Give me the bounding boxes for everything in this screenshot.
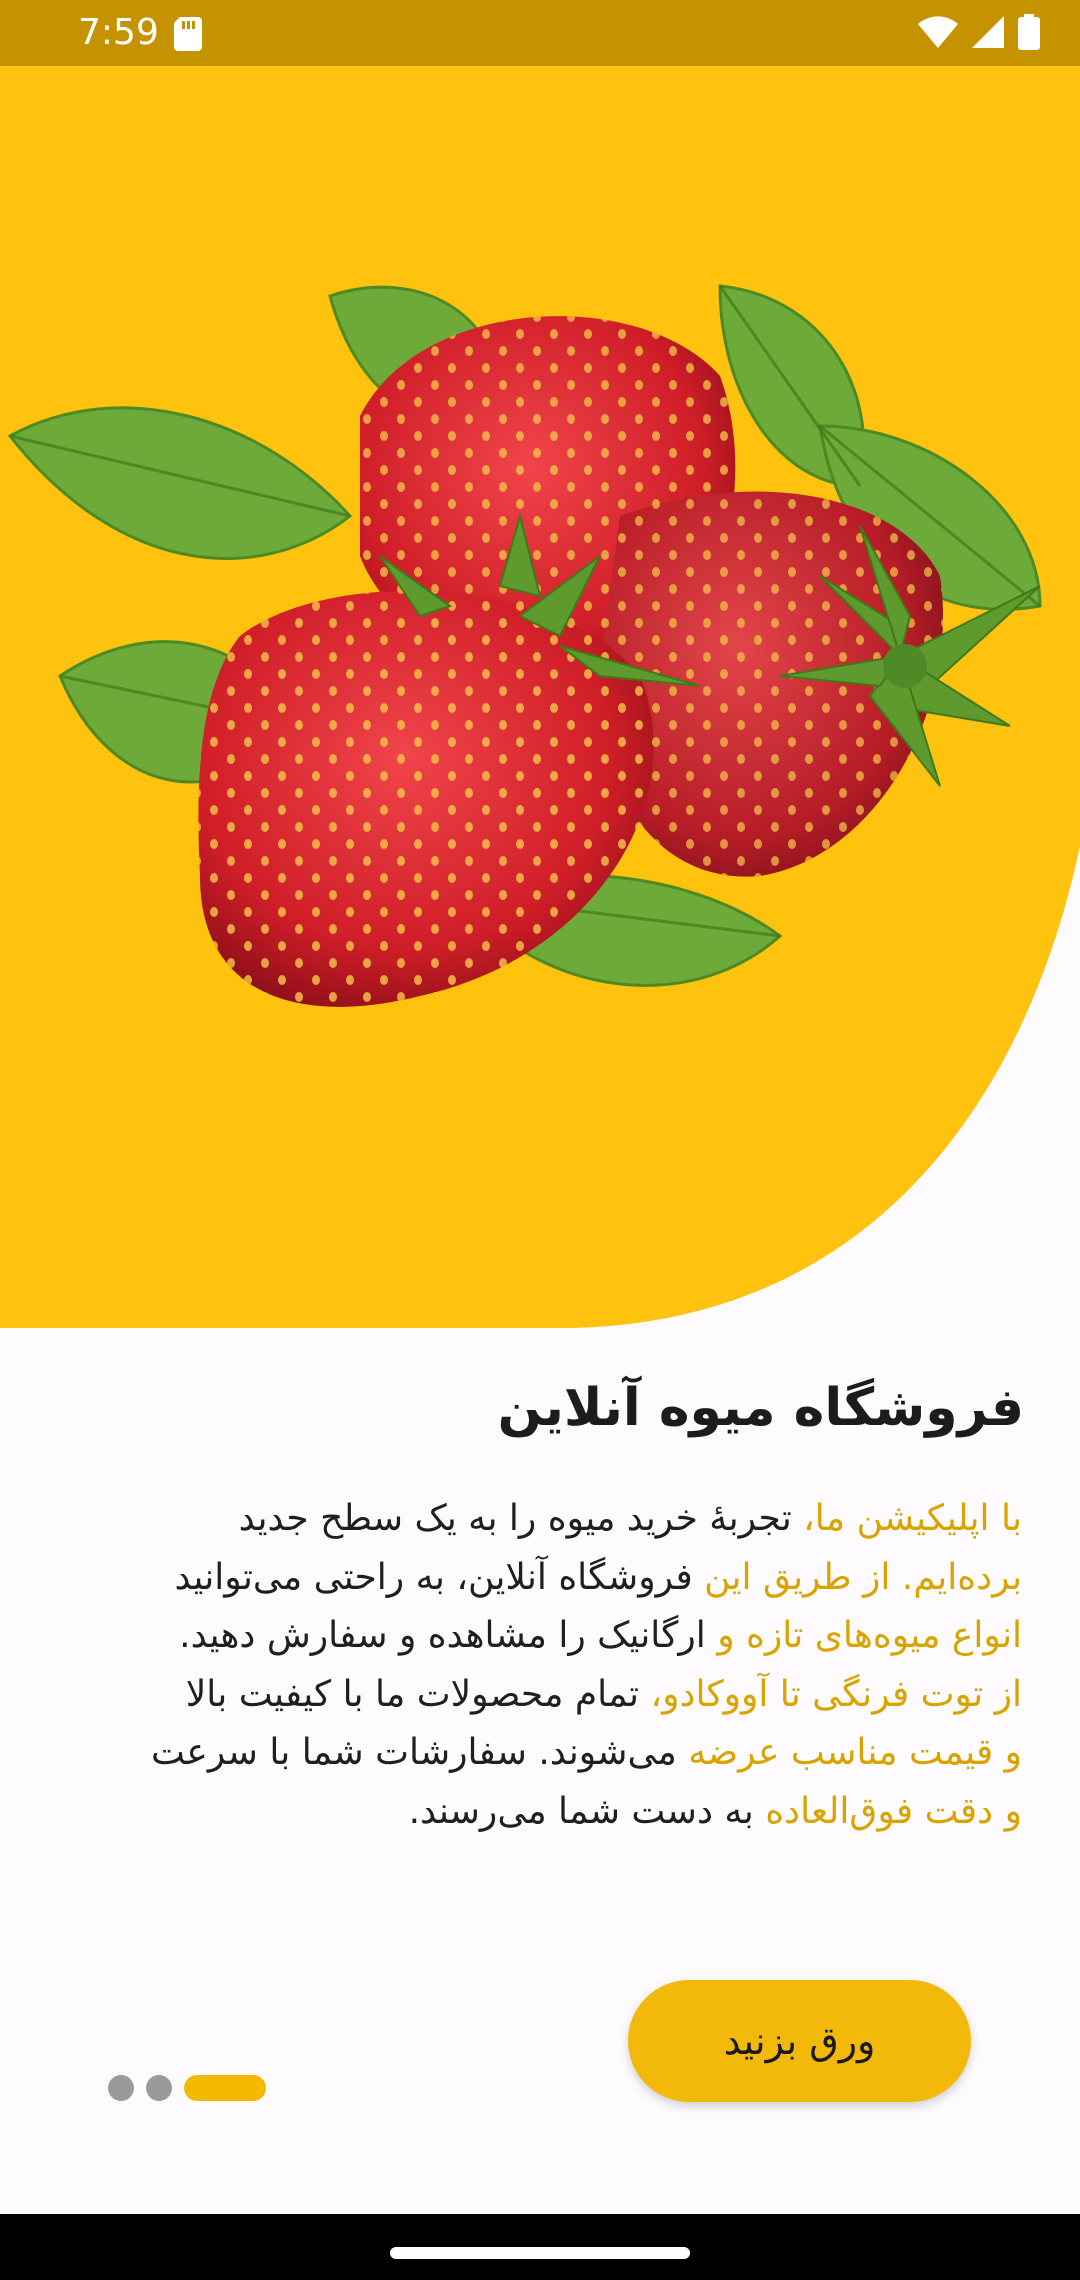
highlighted-text: از توت فرنگی تا آووکادو، bbox=[639, 1673, 1022, 1715]
description-line: از توت فرنگی تا آووکادو، تمام محصولات ما… bbox=[62, 1666, 1022, 1725]
page-title: فروشگاه میوه آنلاین bbox=[497, 1378, 1024, 1438]
wifi-icon bbox=[918, 16, 958, 52]
status-bar: 7:59 bbox=[0, 0, 1080, 66]
description-line: و قیمت مناسب عرضه می‌شوند. سفارشات شما ب… bbox=[62, 1724, 1022, 1783]
body-text: فروشگاه آنلاین، به راحتی می‌توانید bbox=[174, 1556, 693, 1598]
swipe-button[interactable]: ورق بزنید bbox=[628, 1980, 971, 2102]
hero-banner bbox=[0, 66, 1080, 1328]
page-dot bbox=[108, 2075, 134, 2101]
description-line: برده‌ایم. از طریق این فروشگاه آنلاین، به… bbox=[62, 1549, 1022, 1608]
signal-icon bbox=[972, 16, 1004, 52]
highlighted-text: و دقت فوق‌العاده bbox=[753, 1790, 1022, 1832]
highlighted-text: و قیمت مناسب عرضه bbox=[676, 1732, 1022, 1773]
description-line: و دقت فوق‌العاده به دست شما می‌رسند. bbox=[62, 1783, 1022, 1842]
page-dot bbox=[146, 2075, 172, 2101]
body-text: تمام محصولات ما با کیفیت بالا bbox=[185, 1673, 639, 1715]
body-text: می‌شوند. سفارشات شما با سرعت bbox=[151, 1732, 677, 1773]
battery-icon bbox=[1018, 14, 1040, 54]
highlighted-text: با اپلیکیشن ما، bbox=[791, 1498, 1022, 1539]
status-time: 7:59 bbox=[78, 12, 159, 53]
description-line: با اپلیکیشن ما، تجربهٔ خرید میوه را به ی… bbox=[62, 1490, 1022, 1549]
strawberries-image bbox=[7, 284, 1042, 1007]
highlighted-text: برده‌ایم. از طریق این bbox=[692, 1556, 1022, 1598]
body-text: تجربهٔ خرید میوه را به یک سطح جدید bbox=[238, 1498, 792, 1539]
description-text: با اپلیکیشن ما، تجربهٔ خرید میوه را به ی… bbox=[62, 1490, 1022, 1841]
highlighted-text: انواع میوه‌های تازه و bbox=[705, 1615, 1022, 1656]
body-text: ارگانیک را مشاهده و سفارش دهید. bbox=[179, 1615, 706, 1656]
page-dot-active bbox=[184, 2075, 266, 2101]
description-line: انواع میوه‌های تازه و ارگانیک را مشاهده … bbox=[62, 1607, 1022, 1666]
page-indicator bbox=[108, 2075, 266, 2101]
sd-card-icon bbox=[174, 17, 202, 51]
body-text: به دست شما می‌رسند. bbox=[408, 1790, 754, 1832]
home-gesture-handle[interactable] bbox=[390, 2247, 690, 2259]
